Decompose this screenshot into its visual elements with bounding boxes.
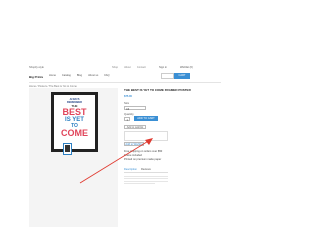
quantity-label: Quantity — [124, 113, 134, 116]
size-label: Size — [124, 102, 130, 105]
size-select[interactable]: A3 — [124, 106, 146, 111]
product-tabs: Description Reviews — [124, 168, 151, 171]
search-input[interactable] — [161, 73, 174, 79]
product-title: THE BEST IS YET TO COME FRAMED POSTER — [124, 88, 191, 92]
nav-item-about[interactable]: About us — [88, 74, 98, 77]
top-link[interactable]: Shop — [112, 66, 118, 69]
cart-button[interactable]: CART — [174, 73, 190, 79]
size-value: A3 — [126, 107, 130, 111]
tab-description[interactable]: Description — [124, 168, 137, 171]
nav-item-home[interactable]: Home — [49, 74, 56, 77]
wishlist-highlight-button[interactable]: Add to Wishlist — [124, 142, 144, 146]
quantity-value: 1 — [126, 118, 128, 122]
thumbnail-image — [65, 145, 70, 152]
quantity-input[interactable]: 1 — [124, 117, 130, 122]
bullet-item: Frame included — [124, 154, 142, 157]
poster-text-line: COME — [61, 128, 88, 139]
add-to-cart-button[interactable]: ADD TO CART — [134, 116, 158, 121]
product-price: $75.00 — [124, 95, 132, 98]
nav-item-faq[interactable]: FAQ — [104, 74, 109, 77]
poster-mat: ALWAYS REMEMBER THE BEST IS YET TO COME — [54, 95, 95, 149]
tab-reviews[interactable]: Reviews — [141, 168, 151, 171]
tab-divider — [124, 172, 168, 173]
top-link[interactable]: Contact — [137, 66, 146, 69]
nav-item-catalog[interactable]: Catalog — [62, 74, 71, 77]
store-name[interactable]: Big Prints — [29, 75, 43, 79]
main-nav: Home Catalog Blog About us FAQ — [49, 74, 110, 77]
top-links: Shop About Contact — [112, 66, 146, 69]
signin-link[interactable]: Sign in — [159, 66, 167, 69]
logo[interactable]: Shopify-style — [29, 66, 44, 69]
poster-text-line: BEST — [62, 107, 87, 118]
add-to-wishlist-button[interactable]: Add to wishlist — [124, 125, 146, 129]
header-divider — [29, 82, 221, 83]
bullet-item: Printed on premium matte paper — [124, 158, 162, 161]
product-bullets: Free shipping on orders over $50 Frame i… — [124, 150, 162, 162]
wishlist-link[interactable]: Wishlist (0) — [180, 66, 193, 69]
description-text — [124, 176, 168, 190]
gift-message-field[interactable] — [124, 131, 168, 141]
bullet-item: Free shipping on orders over $50 — [124, 150, 163, 153]
top-link[interactable]: About — [124, 66, 131, 69]
nav-item-blog[interactable]: Blog — [77, 74, 82, 77]
